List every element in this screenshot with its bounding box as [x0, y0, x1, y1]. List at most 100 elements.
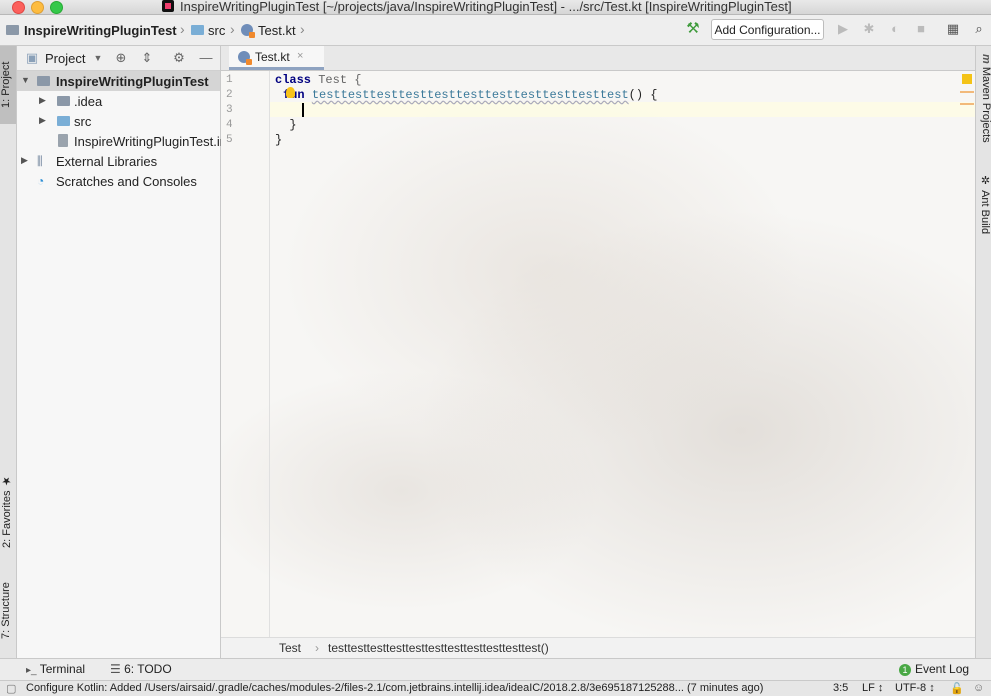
kotlin-file-icon: [238, 51, 252, 65]
gear-icon[interactable]: ⚙: [172, 51, 186, 65]
text-cursor: [302, 103, 304, 117]
left-tool-strip: 1: Project 2: Favorites ★ 7: Structure: [0, 46, 17, 658]
code-line-2: fun testtesttesttesttesttesttesttesttest…: [283, 88, 657, 102]
project-view-icon: ▣: [25, 50, 39, 65]
line-separator-selector[interactable]: LF ↕: [862, 682, 883, 694]
kotlin-file-icon: [241, 24, 255, 38]
error-stripe-mark[interactable]: [960, 91, 974, 93]
search-icon[interactable]: ⌕: [972, 22, 986, 36]
tree-item-src[interactable]: ▶ src: [17, 111, 220, 131]
terminal-icon: ▸_: [26, 665, 37, 676]
function-params: () {: [628, 88, 658, 102]
status-message[interactable]: Configure Kotlin: Added /Users/airsaid/.…: [26, 682, 766, 694]
project-tool-tab[interactable]: 1: Project: [0, 46, 16, 124]
structure-tool-tab-label: 7: Structure: [0, 582, 12, 640]
chevron-right-icon: ›: [300, 21, 305, 37]
debug-icon[interactable]: ✱: [862, 22, 876, 36]
tree-item-label: src: [74, 114, 92, 129]
close-window-button[interactable]: [12, 1, 25, 14]
favorites-tool-tab-label: 2: Favorites: [1, 490, 13, 548]
project-panel: ▣ Project ▼ ⊕ ⇕ ⚙ — ▼ InspireWritingPlug…: [17, 46, 233, 658]
breadcrumb-src[interactable]: src: [208, 23, 225, 38]
project-folder-icon: [6, 25, 19, 35]
error-stripe-mark[interactable]: [960, 103, 974, 105]
window-titlebar: InspireWritingPluginTest [~/projects/jav…: [0, 0, 991, 15]
favorites-tool-tab[interactable]: 2: Favorites ★: [0, 466, 16, 556]
intellij-app-icon: [162, 0, 174, 12]
project-view-selector[interactable]: Project: [45, 51, 85, 66]
maven-icon: m: [980, 54, 991, 64]
tab-test-kt[interactable]: Test.kt ×: [229, 46, 324, 70]
breadcrumb-function[interactable]: testtesttesttesttesttesttesttesttesttest…: [328, 641, 549, 655]
event-log-tab[interactable]: 1 Event Log: [899, 662, 969, 676]
chevron-right-icon: ›: [180, 21, 185, 37]
line-number: 2: [226, 89, 233, 101]
project-structure-icon[interactable]: ▦: [946, 22, 960, 36]
locate-icon[interactable]: ⊕: [114, 51, 128, 65]
class-declaration: Test {: [311, 73, 362, 87]
project-panel-header: ▣ Project ▼ ⊕ ⇕ ⚙ —: [17, 46, 220, 71]
chevron-right-icon[interactable]: ▶: [39, 95, 46, 106]
terminal-tab-label: Terminal: [39, 662, 86, 676]
encoding-selector[interactable]: UTF-8 ↕: [895, 682, 935, 694]
warning-marker-icon[interactable]: [962, 74, 972, 84]
caret-position[interactable]: 3:5: [833, 682, 848, 694]
code-line-4: }: [275, 118, 297, 132]
editor-breadcrumb: Test › testtesttesttesttesttesttesttestt…: [221, 637, 975, 659]
line-number: 1: [226, 74, 233, 86]
chevron-right-icon[interactable]: ▶: [39, 115, 46, 126]
status-bar: ▢ Configure Kotlin: Added /Users/airsaid…: [0, 680, 991, 696]
structure-tool-tab[interactable]: 7: Structure: [0, 566, 16, 656]
inspector-icon[interactable]: ☺: [973, 682, 984, 694]
breadcrumb-file[interactable]: Test.kt: [258, 23, 296, 38]
code-editor[interactable]: 1 2 3 4 5 class Test { fun testtesttestt…: [221, 71, 975, 637]
lock-icon[interactable]: 🔓: [950, 682, 964, 695]
line-number: 4: [226, 119, 233, 131]
maximize-window-button[interactable]: [50, 1, 63, 14]
window-title: InspireWritingPluginTest [~/projects/jav…: [180, 0, 792, 14]
toggle-tool-windows-icon[interactable]: ▢: [6, 682, 16, 695]
function-name: testtesttesttesttesttesttesttesttesttest…: [311, 88, 629, 102]
editor-tab-bar: Test.kt ×: [221, 46, 975, 71]
tree-item-iml[interactable]: InspireWritingPluginTest.iml: [17, 131, 233, 151]
tree-item-external-libraries[interactable]: ▶ ⫼ External Libraries: [17, 151, 220, 171]
breadcrumb-project[interactable]: InspireWritingPluginTest: [24, 23, 177, 38]
run-icon[interactable]: ▶: [836, 22, 850, 36]
tree-item-label: InspireWritingPluginTest: [56, 74, 209, 89]
breadcrumb-class[interactable]: Test: [279, 641, 301, 655]
hide-panel-icon[interactable]: —: [199, 51, 213, 65]
tree-item-project-root[interactable]: ▼ InspireWritingPluginTest: [17, 71, 220, 91]
tree-item-label: External Libraries: [56, 154, 158, 169]
coverage-icon[interactable]: ◐: [888, 22, 902, 36]
chevron-right-icon[interactable]: ▶: [21, 155, 28, 166]
lightbulb-icon[interactable]: [286, 87, 295, 98]
ant-build-tab[interactable]: ✲ Ant Build: [976, 174, 991, 244]
terminal-tab[interactable]: ▸_ Terminal: [26, 662, 85, 676]
line-number: 5: [226, 134, 233, 146]
chevron-right-icon: ›: [315, 641, 319, 655]
add-configuration-button[interactable]: Add Configuration...: [711, 19, 824, 40]
chevron-down-icon[interactable]: ▼: [21, 75, 30, 85]
tree-item-idea[interactable]: ▶ .idea: [17, 91, 220, 111]
module-file-icon: [58, 134, 68, 147]
code-line-5: }: [275, 133, 283, 147]
tree-item-scratches[interactable]: ◔ Scratches and Consoles: [17, 171, 220, 191]
tree-item-label: Scratches and Consoles: [56, 174, 197, 189]
stop-icon[interactable]: ■: [914, 22, 928, 36]
ant-tab-label: Ant Build: [979, 190, 991, 235]
todo-tab[interactable]: ☰ 6: TODO: [110, 662, 172, 676]
event-log-label: Event Log: [915, 662, 970, 676]
libraries-icon: ⫼: [37, 154, 43, 168]
bottom-tool-bar: ▸_ Terminal ☰ 6: TODO 1 Event Log: [0, 658, 991, 680]
close-icon[interactable]: ×: [297, 50, 303, 62]
editor-gutter: 1 2 3 4 5: [221, 71, 270, 637]
collapse-all-icon[interactable]: ⇕: [140, 51, 154, 65]
tree-item-label: .idea: [74, 94, 103, 109]
ant-icon: ✲: [979, 174, 991, 187]
chevron-down-icon[interactable]: ▼: [91, 51, 105, 65]
navigation-bar: InspireWritingPluginTest › src › Test.kt…: [0, 15, 991, 46]
maven-projects-tab[interactable]: m Maven Projects: [976, 54, 991, 154]
build-hammer-icon[interactable]: ⚒: [686, 21, 700, 36]
minimize-window-button[interactable]: [31, 1, 44, 14]
project-tool-tab-label: 1: Project: [0, 61, 12, 109]
